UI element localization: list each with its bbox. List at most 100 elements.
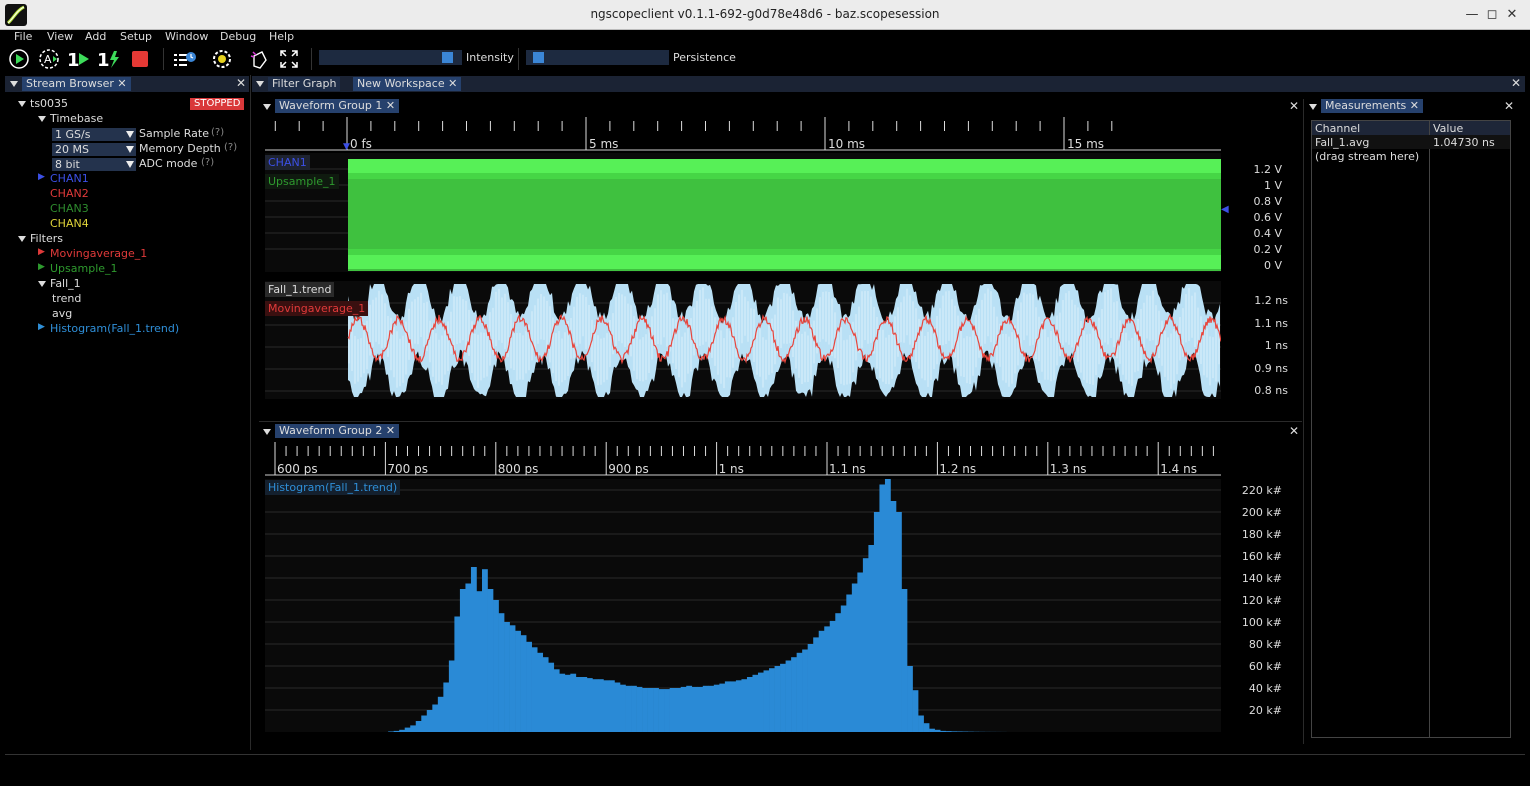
histogram-plot-area[interactable]: [265, 479, 1221, 732]
tab-measurements[interactable]: Measurements ✕: [1321, 99, 1423, 113]
stream-avg[interactable]: avg: [52, 307, 72, 320]
filter-histogram[interactable]: Histogram(Fall_1.trend): [50, 322, 179, 335]
tab-filter-graph[interactable]: Filter Graph: [268, 77, 341, 91]
menu-help[interactable]: Help: [269, 30, 294, 43]
close-tab-icon[interactable]: ✕: [117, 77, 126, 90]
instrument-name[interactable]: ts0035: [30, 97, 68, 110]
close-panel-icon[interactable]: ✕: [236, 76, 246, 90]
single-trigger-icon[interactable]: 1: [66, 48, 89, 71]
trace-label-upsample[interactable]: Upsample_1: [265, 174, 339, 189]
maximize-icon[interactable]: ◻: [1483, 6, 1501, 24]
menu-add[interactable]: Add: [85, 30, 106, 43]
expand-icon[interactable]: [18, 236, 26, 242]
stream-trend[interactable]: trend: [52, 292, 81, 305]
histogram-bar: [735, 680, 742, 732]
y-tick-label: 0.2 V: [1253, 243, 1282, 256]
persistence-slider-knob[interactable]: [533, 52, 544, 63]
channel-chan2[interactable]: CHAN2: [50, 187, 89, 200]
panel-menu-icon[interactable]: [1309, 104, 1317, 110]
filter-movingaverage[interactable]: Movingaverage_1: [50, 247, 147, 260]
status-bar: [5, 754, 1525, 780]
clear-sweeps-icon[interactable]: [248, 48, 270, 70]
filter-fall[interactable]: Fall_1: [50, 277, 81, 290]
trace-label-movingaverage[interactable]: Movingaverage_1: [265, 301, 369, 316]
y-axis-ns[interactable]: 1.2 ns 1.1 ns 1 ns 0.9 ns 0.8 ns: [1222, 281, 1292, 399]
minimize-icon[interactable]: —: [1463, 6, 1481, 24]
tab-waveform-group-1[interactable]: Waveform Group 1 ✕: [275, 99, 400, 113]
group1-timeline[interactable]: 0 fs 5 ms 10 ms 15 ms: [265, 117, 1221, 151]
histogram-bar: [719, 683, 726, 732]
drop-placeholder[interactable]: (drag stream here): [1315, 150, 1419, 163]
menu-view[interactable]: View: [47, 30, 73, 43]
close-tab-icon[interactable]: ✕: [386, 424, 395, 437]
panel-menu-icon[interactable]: [263, 104, 271, 110]
waveform-high-band: [348, 159, 1221, 173]
trace-label-histogram[interactable]: Histogram(Fall_1.trend): [265, 480, 401, 495]
menu-file[interactable]: File: [14, 30, 32, 43]
help-marker[interactable]: (?): [224, 142, 237, 153]
filter-upsample[interactable]: Upsample_1: [50, 262, 118, 275]
adc-mode-select[interactable]: 8 bit: [52, 158, 136, 171]
sample-rate-select[interactable]: 1 GS/s: [52, 128, 136, 141]
intensity-slider[interactable]: [319, 50, 462, 65]
close-tab-icon[interactable]: ✕: [386, 99, 395, 112]
menu-debug[interactable]: Debug: [220, 30, 256, 43]
tab-stream-browser[interactable]: Stream Browser ✕: [22, 77, 131, 91]
auto-trigger-icon[interactable]: A: [38, 48, 60, 70]
group-splitter[interactable]: [259, 421, 1302, 422]
close-panel-icon[interactable]: ✕: [1511, 76, 1521, 90]
collapsed-arrow-icon[interactable]: ▶: [38, 247, 45, 257]
close-panel-icon[interactable]: ✕: [1289, 424, 1299, 438]
stop-icon[interactable]: [130, 48, 152, 70]
expand-icon[interactable]: [38, 281, 46, 287]
fullscreen-icon[interactable]: [278, 48, 300, 70]
channel-chan4[interactable]: CHAN4: [50, 217, 89, 230]
y-axis-volts[interactable]: 1.2 V 1 V 0.8 V 0.6 V 0.4 V 0.2 V 0 V: [1222, 153, 1292, 272]
panel-splitter[interactable]: [250, 75, 251, 750]
history-icon[interactable]: [172, 48, 196, 70]
channel-chan3[interactable]: CHAN3: [50, 202, 89, 215]
y-tick-label: 40 k#: [1248, 682, 1282, 695]
tab-new-workspace[interactable]: New Workspace ✕: [353, 77, 462, 91]
run-icon[interactable]: [8, 48, 30, 70]
group2-timeline[interactable]: 600 ps 700 ps 800 ps 900 ps 1 ns 1.1 ns 1.2 ns…: [265, 442, 1221, 476]
trace-label-chan1[interactable]: CHAN1: [265, 155, 310, 170]
trigger-marker-icon[interactable]: ▼: [343, 142, 350, 152]
force-trigger-icon[interactable]: 1: [96, 48, 119, 71]
menu-setup[interactable]: Setup: [120, 30, 152, 43]
menu-window[interactable]: Window: [165, 30, 208, 43]
help-marker[interactable]: (?): [211, 127, 224, 138]
memory-depth-select[interactable]: 20 MS: [52, 143, 136, 156]
collapsed-arrow-icon[interactable]: ▶: [38, 322, 45, 332]
close-panel-icon[interactable]: ✕: [1504, 99, 1514, 113]
tab-waveform-group-2[interactable]: Waveform Group 2 ✕: [275, 424, 400, 438]
expand-icon[interactable]: [18, 101, 26, 107]
close-tab-icon[interactable]: ✕: [1410, 99, 1419, 112]
expand-icon[interactable]: [38, 116, 46, 122]
close-window-icon[interactable]: ✕: [1503, 6, 1521, 24]
close-tab-icon[interactable]: ✕: [448, 77, 457, 90]
collapsed-arrow-icon[interactable]: ▶: [38, 262, 45, 272]
histogram-bar: [873, 512, 880, 732]
persistence-slider[interactable]: [526, 50, 669, 65]
timebase-label[interactable]: Timebase: [50, 112, 103, 125]
close-panel-icon[interactable]: ✕: [1289, 99, 1299, 113]
collapsed-arrow-icon[interactable]: ▶: [38, 172, 45, 182]
column-header-value[interactable]: Value: [1433, 122, 1463, 135]
trace-label-fall-trend[interactable]: Fall_1.trend: [265, 282, 335, 297]
settings-icon[interactable]: [211, 48, 233, 70]
channel-chan1[interactable]: CHAN1: [50, 172, 89, 185]
y-tick-label: 0.9 ns: [1254, 361, 1288, 375]
panel-menu-icon[interactable]: [256, 81, 264, 87]
waveform-area-2[interactable]: [265, 281, 1221, 399]
offset-marker-icon[interactable]: ◀: [1221, 204, 1229, 215]
y-axis-counts[interactable]: 220 k# 200 k# 180 k# 160 k# 140 k# 120 k# 100 …: [1222, 479, 1292, 732]
intensity-slider-knob[interactable]: [442, 52, 453, 63]
waveform-area-1[interactable]: [265, 153, 1221, 272]
column-header-channel[interactable]: Channel: [1315, 122, 1360, 135]
filters-label[interactable]: Filters: [30, 232, 63, 245]
panel-menu-icon[interactable]: [10, 81, 18, 87]
panel-splitter[interactable]: [1303, 99, 1304, 744]
help-marker[interactable]: (?): [201, 157, 214, 168]
panel-menu-icon[interactable]: [263, 429, 271, 435]
